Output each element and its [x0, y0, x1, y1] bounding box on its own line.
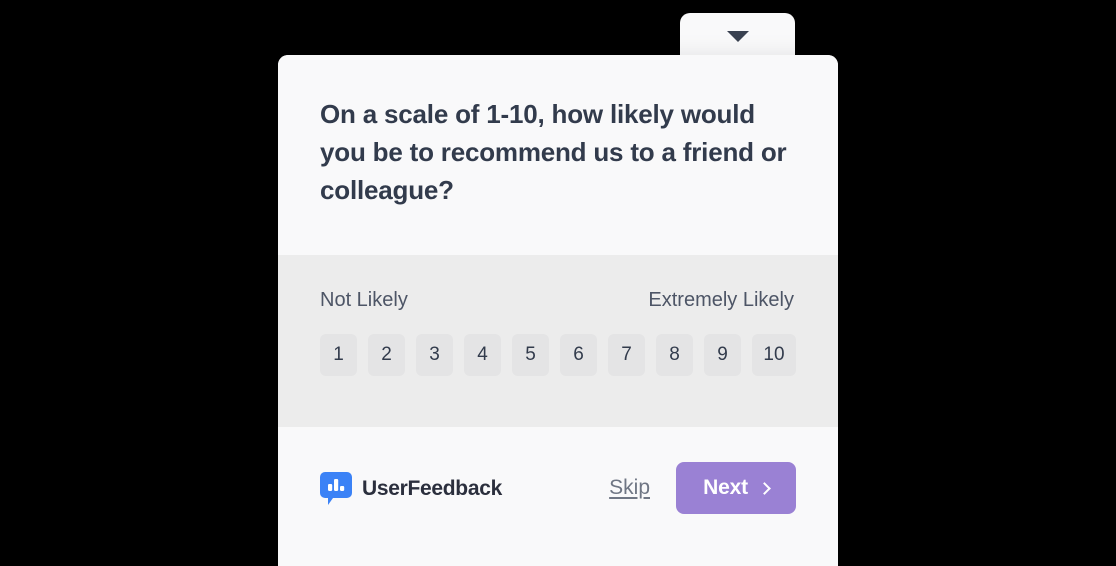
- next-button-label: Next: [703, 476, 748, 499]
- chevron-right-icon: [757, 482, 771, 495]
- brand-name: UserFeedback: [362, 477, 502, 500]
- survey-footer: UserFeedback Skip Next: [278, 427, 838, 566]
- rating-option-4[interactable]: 4: [464, 334, 501, 376]
- scale-label-low: Not Likely: [320, 289, 408, 311]
- footer-actions: Skip Next: [609, 462, 796, 514]
- rating-option-1[interactable]: 1: [320, 334, 357, 376]
- rating-option-9[interactable]: 9: [704, 334, 741, 376]
- rating-option-6[interactable]: 6: [560, 334, 597, 376]
- scale-labels: Not Likely Extremely Likely: [320, 289, 796, 312]
- next-button[interactable]: Next: [676, 462, 796, 514]
- scale-label-high: Extremely Likely: [648, 289, 794, 311]
- survey-card: On a scale of 1-10, how likely would you…: [278, 55, 838, 566]
- rating-option-7[interactable]: 7: [608, 334, 645, 376]
- rating-option-8[interactable]: 8: [656, 334, 693, 376]
- rating-option-2[interactable]: 2: [368, 334, 405, 376]
- question-section: On a scale of 1-10, how likely would you…: [278, 55, 838, 255]
- screenshot-canvas: On a scale of 1-10, how likely would you…: [0, 0, 1116, 566]
- chevron-down-icon: [726, 31, 749, 42]
- rating-options: 1 2 3 4 5 6 7 8 9 10: [320, 334, 796, 376]
- rating-option-5[interactable]: 5: [512, 334, 549, 376]
- rating-section: Not Likely Extremely Likely 1 2 3 4 5 6 …: [278, 255, 838, 427]
- question-text: On a scale of 1-10, how likely would you…: [320, 99, 787, 205]
- speech-bubble-bar-chart-icon: [320, 472, 352, 506]
- skip-button[interactable]: Skip: [609, 476, 650, 500]
- rating-option-3[interactable]: 3: [416, 334, 453, 376]
- brand-lockup: UserFeedback: [320, 472, 502, 506]
- rating-option-10[interactable]: 10: [752, 334, 796, 376]
- survey-collapse-tab[interactable]: [680, 13, 795, 59]
